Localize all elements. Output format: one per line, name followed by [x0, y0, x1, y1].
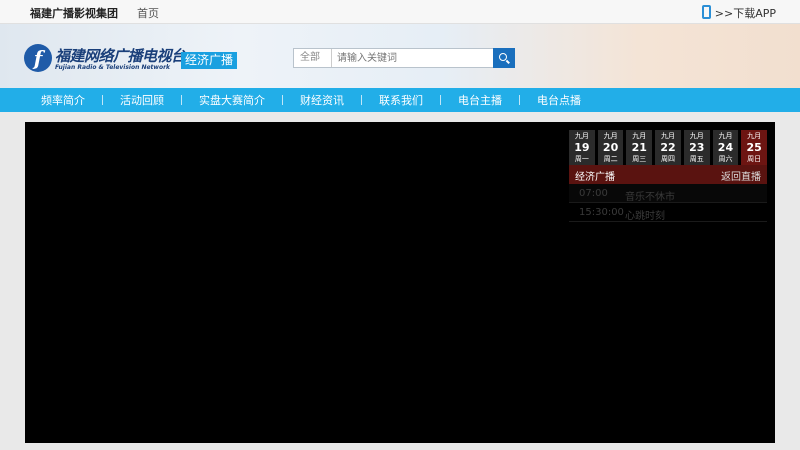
nav-divider [361, 95, 362, 105]
day-selector: 九月 19 周一 九月 20 周二 九月 21 周三 九月 22 周四 九月 2 [569, 130, 768, 165]
program-name: 音乐不休市 [625, 192, 675, 203]
nav-item-on-demand[interactable]: 电台点播 [537, 92, 581, 108]
day-date: 25 [746, 141, 762, 154]
nav-item-contest[interactable]: 实盘大赛简介 [199, 92, 265, 108]
day-month: 九月 [574, 132, 589, 140]
search-button[interactable] [493, 48, 515, 68]
search-box: 全部 [293, 48, 515, 68]
day-tab[interactable]: 九月 24 周六 [712, 130, 739, 165]
day-tab[interactable]: 九月 23 周五 [683, 130, 710, 165]
guide-channel-name: 经济广播 [575, 172, 615, 183]
day-tab-active[interactable]: 九月 25 周日 [741, 130, 768, 165]
search-input[interactable] [333, 49, 493, 67]
day-weekday: 周日 [747, 155, 762, 163]
logo-subtitle: Fujian Radio & Television Network [55, 64, 171, 71]
day-tab[interactable]: 九月 19 周一 [569, 130, 595, 165]
day-date: 20 [602, 141, 619, 154]
day-month: 九月 [718, 132, 733, 140]
logo-icon[interactable]: f [24, 44, 52, 72]
guide-header: 经济广播 返回直播 [569, 165, 767, 184]
program-name: 心跳时刻 [625, 211, 665, 222]
site-header: f 福建网络广播电视台 . Fujian Radio & Television … [0, 24, 800, 88]
search-icon [499, 53, 507, 61]
day-date: 19 [574, 141, 590, 154]
day-date: 22 [660, 141, 676, 154]
program-time: 07:00 [579, 188, 608, 199]
nav-divider [440, 95, 441, 105]
home-link[interactable]: 首页 [137, 5, 159, 21]
day-date: 24 [717, 141, 734, 154]
nav-item-events[interactable]: 活动回顾 [120, 92, 164, 108]
media-player[interactable]: 九月 19 周一 九月 20 周二 九月 21 周三 九月 22 周四 九月 2 [25, 122, 775, 443]
main-nav: 频率简介 活动回顾 实盘大赛简介 财经资讯 联系我们 电台主播 电台点播 [0, 88, 800, 112]
nav-divider [282, 95, 283, 105]
nav-item-finance-news[interactable]: 财经资讯 [300, 92, 344, 108]
day-month: 九月 [603, 132, 618, 140]
day-month: 九月 [661, 132, 676, 140]
day-month: 九月 [632, 132, 647, 140]
search-category-select[interactable]: 全部 [294, 49, 332, 67]
nav-item-intro[interactable]: 频率简介 [41, 92, 85, 108]
day-month: 九月 [689, 132, 704, 140]
day-weekday: 周二 [603, 155, 618, 163]
nav-divider [519, 95, 520, 105]
nav-divider [102, 95, 103, 105]
day-date: 23 [689, 141, 705, 154]
day-tab[interactable]: 九月 22 周四 [655, 130, 681, 165]
nav-divider [181, 95, 182, 105]
day-month: 九月 [747, 132, 762, 140]
day-tab[interactable]: 九月 20 周二 [597, 130, 624, 165]
download-app-label: >>下载APP [714, 7, 776, 20]
day-tab[interactable]: 九月 21 周三 [626, 130, 653, 165]
day-date: 21 [631, 141, 647, 154]
logo-dot: . [166, 45, 172, 63]
channel-badge: 经济广播 [181, 52, 238, 69]
download-app-link[interactable]: >>下载APP [701, 5, 776, 21]
nav-item-contact[interactable]: 联系我们 [379, 92, 423, 108]
program-time: 15:30:00 [579, 207, 624, 218]
day-weekday: 周六 [718, 155, 733, 163]
program-item[interactable]: 15:30:00 心跳时刻 [569, 203, 767, 222]
group-brand-link[interactable]: 福建广播影视集团 [30, 5, 118, 21]
day-weekday: 周四 [661, 155, 676, 163]
program-guide: 九月 19 周一 九月 20 周二 九月 21 周三 九月 22 周四 九月 2 [569, 130, 768, 222]
top-bar: 福建广播影视集团 首页 >>下载APP [0, 0, 800, 24]
day-weekday: 周三 [632, 155, 647, 163]
phone-icon [701, 5, 711, 19]
nav-item-hosts[interactable]: 电台主播 [458, 92, 502, 108]
program-item[interactable]: 07:00 音乐不休市 [569, 184, 767, 203]
day-weekday: 周五 [689, 155, 704, 163]
back-to-live-button[interactable]: 返回直播 [721, 168, 761, 183]
day-weekday: 周一 [574, 155, 589, 163]
